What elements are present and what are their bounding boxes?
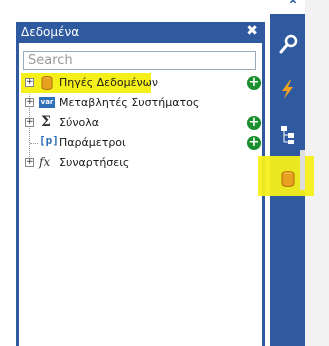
tree-item-parameters[interactable]: [p] Παράμετροι + [19,133,262,153]
panel-body: + Πηγές Δεδομένων + + var Μεταβλητές Συσ… [19,43,262,346]
database-icon [41,76,53,90]
lightning-icon [282,80,293,99]
wrench-icon [279,34,298,54]
tree-item-label: Μεταβλητές Συστήματος [59,96,200,109]
tree-structure-icon [281,126,294,144]
add-total-button[interactable]: + [247,116,261,130]
tree-item-label: Πηγές Δεδομένων [59,76,159,89]
tree-item-system-variables[interactable]: + var Μεταβλητές Συστήματος [19,93,262,113]
chevron-up-icon[interactable]: ⌃ [283,0,303,13]
add-parameter-button[interactable]: + [247,136,261,150]
data-panel: Δεδομένα ✖ + Πηγές Δεδομένων + + v [16,22,265,346]
tree-item-label: Σύνολα [59,116,99,129]
toolbar-structure-button[interactable] [270,116,305,150]
expand-toggle-icon[interactable]: + [25,98,34,107]
scrollbar-thumb[interactable] [300,150,305,190]
parameters-icon: [p] [39,134,59,147]
toolbar-lightning-button[interactable] [270,72,305,106]
sigma-icon: Σ [41,114,51,130]
tree-item-label: Παράμετροι [59,136,126,149]
panel-header: Δεδομένα ✖ [16,22,265,43]
tree-item-data-sources[interactable]: + Πηγές Δεδομένων + [19,73,262,93]
expand-toggle-icon[interactable]: + [25,78,34,87]
function-icon: fx [39,155,51,169]
tree-item-functions[interactable]: + fx Συναρτήσεις [19,153,262,173]
expand-toggle-icon[interactable]: + [25,158,34,167]
tree-item-label: Συναρτήσεις [59,156,130,169]
tree-item-totals[interactable]: + Σ Σύνολα + [19,113,262,133]
panel-title: Δεδομένα [21,25,80,39]
close-icon[interactable]: ✖ [246,23,258,39]
search-input[interactable] [23,51,256,70]
expand-toggle-icon[interactable]: + [25,118,34,127]
add-data-source-button[interactable]: + [247,76,261,90]
var-icon: var [39,97,55,108]
toolbar-wrench-button[interactable] [270,28,305,62]
